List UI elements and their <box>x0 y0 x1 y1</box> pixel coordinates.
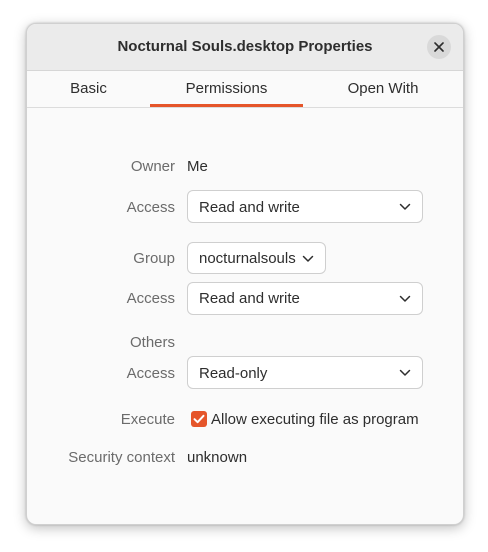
execute-checkbox[interactable] <box>191 411 207 427</box>
tab-open-with[interactable]: Open With <box>303 71 463 107</box>
owner-access-dropdown[interactable]: Read and write <box>187 190 423 223</box>
tab-permissions-label: Permissions <box>185 80 268 97</box>
close-button[interactable] <box>427 35 451 59</box>
group-label: Group <box>133 250 175 267</box>
tab-open-with-label: Open With <box>347 80 419 97</box>
tab-bar: Basic Permissions Open With <box>27 71 463 108</box>
owner-access-value: Read and write <box>199 199 300 216</box>
chevron-down-icon <box>399 295 411 303</box>
chevron-down-icon <box>399 203 411 211</box>
tab-permissions[interactable]: Permissions <box>150 71 303 107</box>
checkmark-icon <box>191 411 207 427</box>
group-access-dropdown[interactable]: Read and write <box>187 282 423 315</box>
close-icon <box>434 42 444 52</box>
chevron-down-icon <box>399 369 411 377</box>
group-access-value: Read and write <box>199 290 300 307</box>
execute-label: Execute <box>120 411 175 428</box>
owner-access-label: Access <box>126 199 175 216</box>
owner-label: Owner <box>130 158 175 175</box>
execute-checkbox-label[interactable]: Allow executing file as program <box>211 411 419 428</box>
active-tab-indicator <box>150 104 303 107</box>
tab-basic[interactable]: Basic <box>27 71 150 107</box>
chevron-down-icon <box>302 255 314 263</box>
others-access-label: Access <box>126 365 175 382</box>
permissions-panel: Owner Me Access Read and write Group noc… <box>27 108 463 524</box>
others-access-value: Read-only <box>199 365 268 382</box>
title-bar: Nocturnal Souls.desktop Properties <box>27 24 463 71</box>
security-context-label: Security context <box>68 449 175 466</box>
group-access-label: Access <box>126 290 175 307</box>
properties-dialog: Nocturnal Souls.desktop Properties Basic… <box>26 23 464 525</box>
owner-value: Me <box>187 158 208 175</box>
group-value: nocturnalsouls <box>199 250 296 267</box>
others-access-dropdown[interactable]: Read-only <box>187 356 423 389</box>
window-title: Nocturnal Souls.desktop Properties <box>117 38 373 55</box>
group-dropdown[interactable]: nocturnalsouls <box>187 242 326 274</box>
others-label: Others <box>129 334 175 351</box>
security-context-value: unknown <box>187 449 248 466</box>
tab-basic-label: Basic <box>70 80 107 97</box>
